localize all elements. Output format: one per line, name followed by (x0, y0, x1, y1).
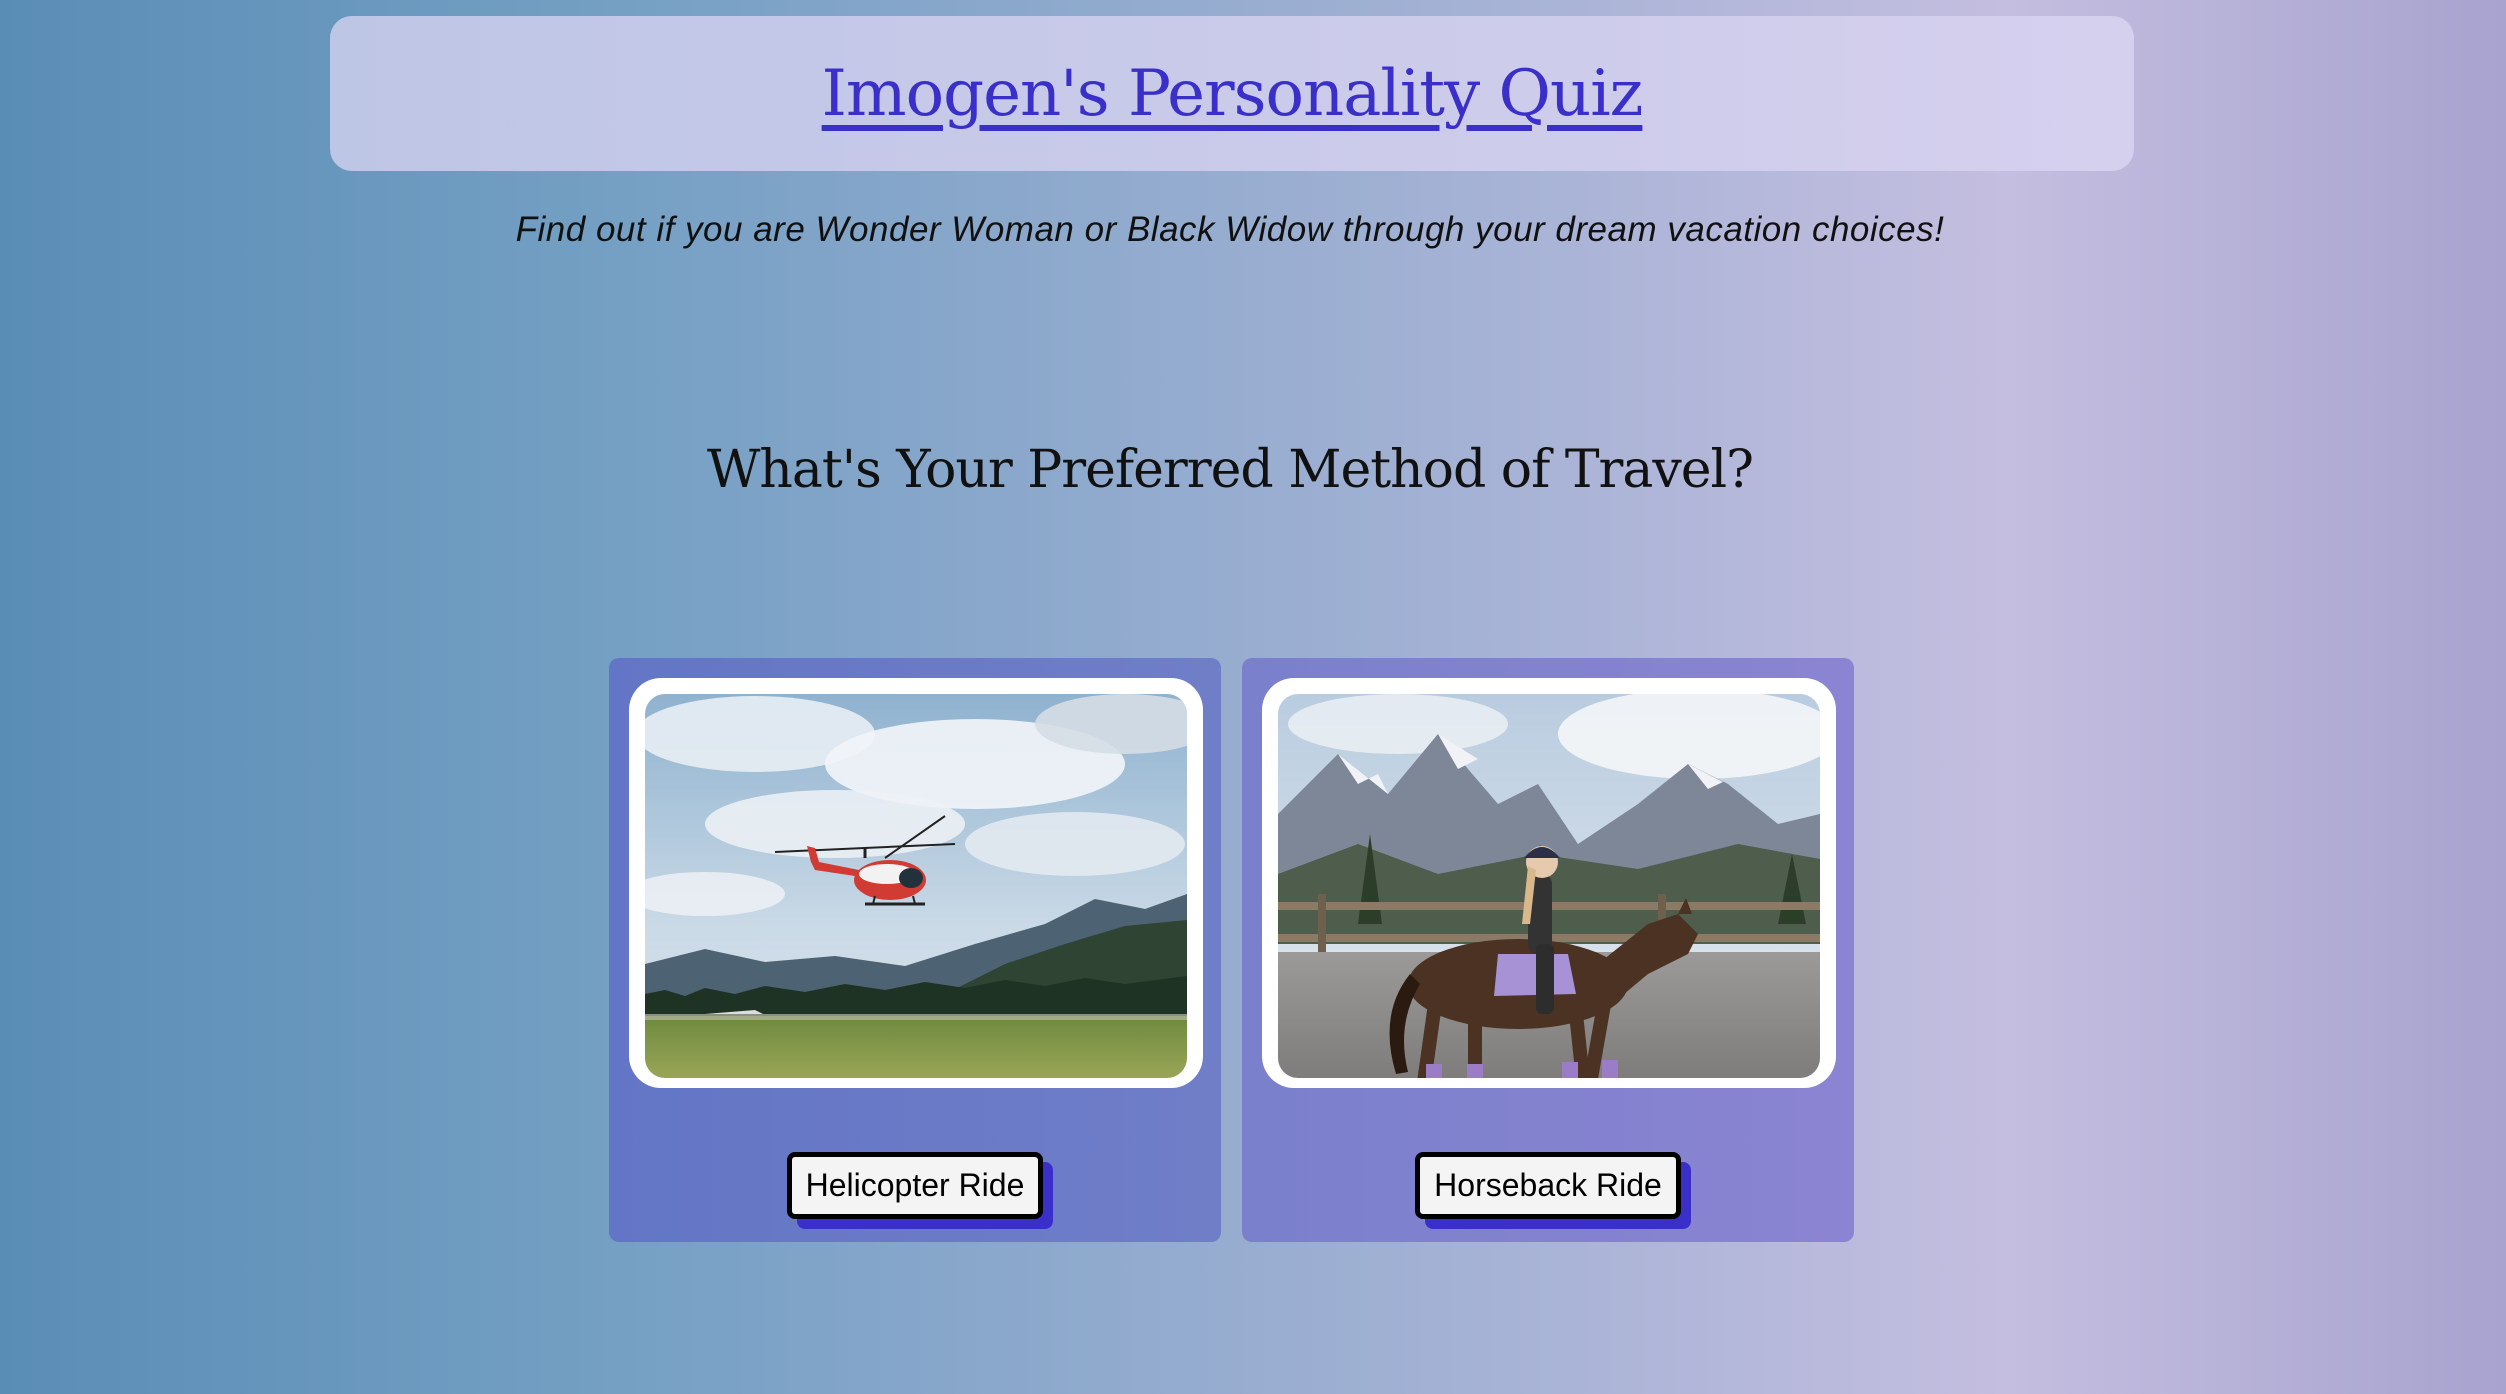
option-card-helicopter: Helicopter Ride (609, 658, 1221, 1242)
question-heading: What's Your Preferred Method of Travel? (706, 440, 1754, 500)
helicopter-ride-button[interactable]: Helicopter Ride (786, 1152, 1044, 1219)
helicopter-photo (645, 694, 1187, 1078)
quiz-subtitle: Find out if you are Wonder Woman or Blac… (515, 210, 1945, 249)
horse-rider-photo (1278, 694, 1820, 1078)
horseback-ride-button[interactable]: Horseback Ride (1415, 1152, 1681, 1219)
photo-frame (629, 678, 1203, 1088)
option-card-horseback: Horseback Ride (1242, 658, 1854, 1242)
page-title-link[interactable]: Imogen's Personality Quiz (822, 57, 1644, 131)
photo-frame (1262, 678, 1836, 1088)
title-banner: Imogen's Personality Quiz (330, 16, 2134, 171)
